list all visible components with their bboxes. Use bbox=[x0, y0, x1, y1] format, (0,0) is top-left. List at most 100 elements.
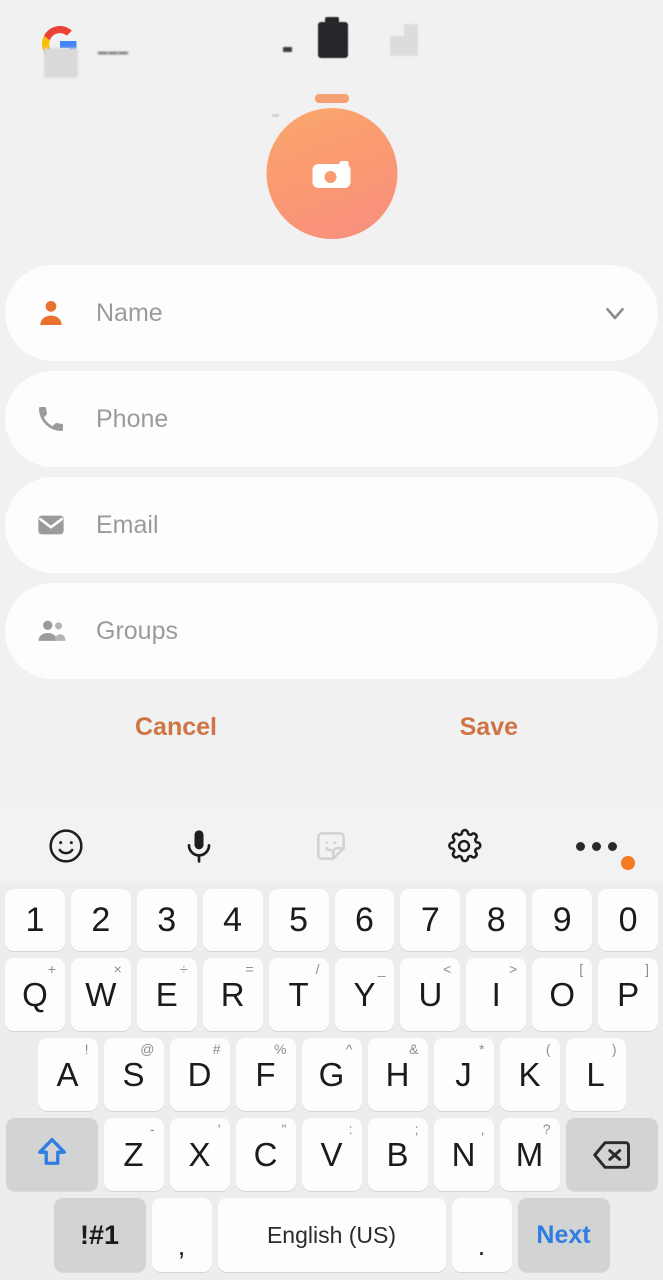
avatar-photo-button[interactable] bbox=[266, 108, 397, 239]
phone-input-placeholder: Phone bbox=[96, 404, 169, 433]
key-secondary-symbol: [ bbox=[579, 961, 584, 977]
avatar-tab bbox=[314, 94, 349, 103]
keyboard-row-zxcv: - Z ' X " C: V; B, N? M bbox=[2, 1118, 661, 1191]
number-key-0[interactable]: 0 bbox=[598, 889, 659, 951]
groups-field[interactable]: Groups bbox=[5, 583, 658, 679]
letter-key-g[interactable]: ^ G bbox=[301, 1038, 362, 1111]
avatar-section bbox=[0, 80, 663, 265]
letter-key-v[interactable]: :V bbox=[301, 1118, 362, 1191]
letter-key-u[interactable]: < U bbox=[400, 958, 461, 1031]
keyboard-row-asdf: ! A @ S # D% F ^ G & H * J(K) L bbox=[2, 1038, 661, 1111]
more-options-icon[interactable] bbox=[530, 841, 663, 870]
key-secondary-symbol: " bbox=[281, 1121, 287, 1137]
letter-key-m[interactable]: ? M bbox=[499, 1118, 560, 1191]
contact-form: Name Phone Email Groups bbox=[0, 265, 663, 689]
number-key-2[interactable]: 2 bbox=[70, 889, 131, 951]
letter-key-j[interactable]: * J bbox=[433, 1038, 494, 1111]
letter-key-c[interactable]: " C bbox=[235, 1118, 296, 1191]
letter-key-n[interactable]: ,N bbox=[433, 1118, 494, 1191]
chevron-down-icon[interactable] bbox=[598, 298, 632, 328]
key-secondary-symbol: ( bbox=[545, 1041, 551, 1057]
sticker-icon[interactable] bbox=[265, 827, 398, 865]
key-label: 6 bbox=[354, 900, 374, 939]
groups-icon bbox=[35, 614, 83, 648]
key-secondary-symbol: ! bbox=[84, 1041, 89, 1057]
letter-key-y[interactable]: _ Y bbox=[334, 958, 395, 1031]
email-input-placeholder: Email bbox=[96, 510, 159, 539]
key-label: B bbox=[386, 1135, 409, 1173]
microphone-icon[interactable] bbox=[133, 826, 266, 866]
letter-key-w[interactable]: × W bbox=[70, 958, 131, 1031]
status-bar: ▁▁▁ bbox=[0, 0, 663, 80]
keyboard: 1234567890 + Q × W ÷ E = R / T _ Y < U > I[O] P ! A @ S # D% F… bbox=[0, 809, 663, 1280]
letter-key-i[interactable]: > I bbox=[466, 958, 527, 1031]
key-label: H bbox=[385, 1055, 410, 1093]
email-field[interactable]: Email bbox=[5, 477, 658, 573]
key-label: 8 bbox=[486, 900, 506, 939]
letter-key-a[interactable]: ! A bbox=[37, 1038, 98, 1111]
key-label: N bbox=[451, 1135, 476, 1173]
letter-key-b[interactable]: ; B bbox=[367, 1118, 428, 1191]
key-secondary-symbol: ? bbox=[542, 1121, 551, 1137]
settings-gear-icon[interactable] bbox=[398, 827, 531, 865]
form-actions: Cancel Save bbox=[0, 689, 663, 765]
letter-key-f[interactable]: % F bbox=[235, 1038, 296, 1111]
number-key-6[interactable]: 6 bbox=[334, 889, 395, 951]
phone-field[interactable]: Phone bbox=[5, 371, 658, 467]
keyboard-toolbar bbox=[0, 809, 663, 883]
key-secondary-symbol: = bbox=[245, 961, 254, 977]
number-key-3[interactable]: 3 bbox=[136, 889, 197, 951]
number-key-7[interactable]: 7 bbox=[400, 889, 461, 951]
save-button[interactable]: Save bbox=[460, 713, 518, 742]
key-label: 3 bbox=[157, 900, 177, 939]
key-secondary-symbol: ; bbox=[414, 1121, 419, 1137]
contact-editor-screen: ▁▁▁ Name Phone Email Groups Cancel Save … bbox=[0, 0, 663, 1280]
key-label: 4 bbox=[223, 900, 243, 939]
letter-key-s[interactable]: @ S bbox=[103, 1038, 164, 1111]
key-secondary-symbol: ' bbox=[217, 1121, 221, 1137]
letter-key-o[interactable]: [O bbox=[532, 958, 593, 1031]
key-label: C bbox=[253, 1135, 278, 1173]
key-secondary-symbol: × bbox=[113, 961, 122, 977]
camera-icon bbox=[312, 160, 351, 188]
letter-key-e[interactable]: ÷ E bbox=[136, 958, 197, 1031]
letter-key-d[interactable]: # D bbox=[169, 1038, 230, 1111]
keyboard-rows: 1234567890 + Q × W ÷ E = R / T _ Y < U > I[O] P ! A @ S # D% F… bbox=[0, 883, 663, 1280]
shift-key[interactable] bbox=[5, 1118, 98, 1191]
comma-key[interactable]: , bbox=[151, 1198, 212, 1272]
key-secondary-symbol: - bbox=[149, 1121, 155, 1137]
status-text-left: ▁▁▁ bbox=[98, 40, 129, 54]
letter-key-t[interactable]: / T bbox=[268, 958, 329, 1031]
name-field[interactable]: Name bbox=[5, 265, 658, 361]
letter-key-h[interactable]: & H bbox=[367, 1038, 428, 1111]
person-icon bbox=[35, 297, 83, 329]
letter-key-k[interactable]: (K bbox=[499, 1038, 560, 1111]
key-label: L bbox=[586, 1055, 605, 1093]
period-key[interactable]: . bbox=[451, 1198, 512, 1272]
number-key-9[interactable]: 9 bbox=[532, 889, 593, 951]
letter-key-l[interactable]: ) L bbox=[565, 1038, 626, 1111]
key-secondary-symbol: * bbox=[479, 1041, 485, 1057]
keyboard-row-qwerty: + Q × W ÷ E = R / T _ Y < U > I[O] P bbox=[2, 958, 661, 1031]
cancel-button[interactable]: Cancel bbox=[135, 713, 217, 742]
letter-key-p[interactable]: ] P bbox=[598, 958, 659, 1031]
next-key[interactable]: Next bbox=[517, 1198, 610, 1272]
number-key-4[interactable]: 4 bbox=[202, 889, 263, 951]
number-key-5[interactable]: 5 bbox=[268, 889, 329, 951]
emoji-icon[interactable] bbox=[0, 826, 133, 866]
key-label: 5 bbox=[289, 900, 308, 939]
key-label: S bbox=[122, 1055, 145, 1093]
key-label: Y bbox=[353, 975, 376, 1013]
key-label: Q bbox=[22, 975, 48, 1013]
key-secondary-symbol: _ bbox=[377, 961, 386, 977]
letter-key-r[interactable]: = R bbox=[202, 958, 263, 1031]
space-key[interactable]: English (US) bbox=[217, 1198, 446, 1272]
number-key-8[interactable]: 8 bbox=[466, 889, 527, 951]
letter-key-x[interactable]: ' X bbox=[169, 1118, 230, 1191]
symbols-key[interactable]: !#1 bbox=[53, 1198, 146, 1272]
letter-key-q[interactable]: + Q bbox=[4, 958, 65, 1031]
number-key-1[interactable]: 1 bbox=[4, 889, 65, 951]
battery-icon bbox=[318, 22, 348, 58]
backspace-key[interactable] bbox=[565, 1118, 658, 1191]
letter-key-z[interactable]: -Z bbox=[103, 1118, 164, 1191]
